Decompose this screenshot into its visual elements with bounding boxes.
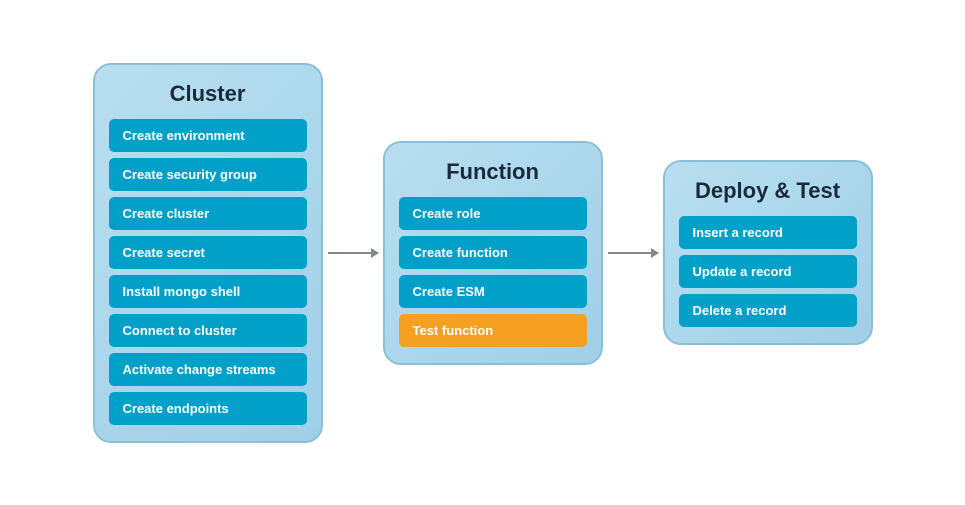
item-btn-function-3[interactable]: Test function (399, 314, 587, 347)
item-btn-cluster-7[interactable]: Create endpoints (109, 392, 307, 425)
item-btn-cluster-5[interactable]: Connect to cluster (109, 314, 307, 347)
arrow-line (328, 252, 378, 254)
arrow-2 (603, 252, 663, 254)
item-btn-cluster-0[interactable]: Create environment (109, 119, 307, 152)
item-btn-cluster-3[interactable]: Create secret (109, 236, 307, 269)
item-btn-cluster-1[interactable]: Create security group (109, 158, 307, 191)
panel-items-function: Create role Create function Create ESM Test… (399, 197, 587, 347)
panel-items-deploy: Insert a record Update a record Delete a r… (679, 216, 857, 327)
panel-title-function: Function (399, 159, 587, 185)
arrow-line (608, 252, 658, 254)
panel-deploy: Deploy & Test Insert a record Update a rec… (663, 160, 873, 345)
item-btn-cluster-2[interactable]: Create cluster (109, 197, 307, 230)
item-btn-function-2[interactable]: Create ESM (399, 275, 587, 308)
panel-title-deploy: Deploy & Test (679, 178, 857, 204)
item-btn-cluster-6[interactable]: Activate change streams (109, 353, 307, 386)
item-btn-function-0[interactable]: Create role (399, 197, 587, 230)
item-btn-deploy-2[interactable]: Delete a record (679, 294, 857, 327)
panel-items-cluster: Create environment Create security group C… (109, 119, 307, 425)
item-btn-cluster-4[interactable]: Install mongo shell (109, 275, 307, 308)
panel-cluster: Cluster Create environment Create security… (93, 63, 323, 443)
item-btn-function-1[interactable]: Create function (399, 236, 587, 269)
arrow-1 (323, 252, 383, 254)
panel-function: FunctionCreate roleCreate functionCreate… (383, 141, 603, 365)
item-btn-deploy-1[interactable]: Update a record (679, 255, 857, 288)
diagram-container: Cluster Create environment Create security… (73, 43, 893, 463)
panel-title-cluster: Cluster (109, 81, 307, 107)
item-btn-deploy-0[interactable]: Insert a record (679, 216, 857, 249)
